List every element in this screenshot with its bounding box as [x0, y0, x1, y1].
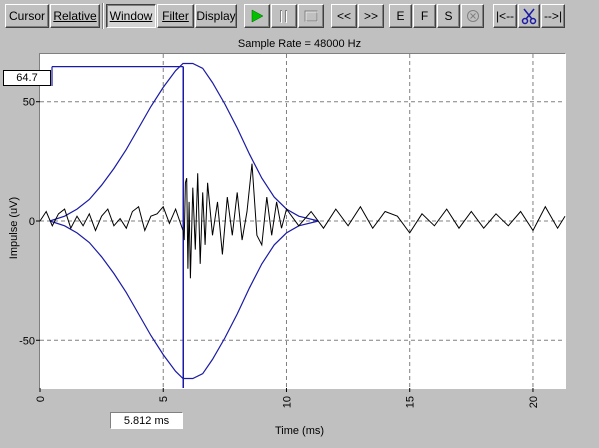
cursor-value-label: 64.7 [3, 70, 51, 86]
x-tick-label: 5 [158, 396, 170, 402]
y-axis-label: Impulse (uV) [8, 196, 20, 260]
x-axis-label: Time (ms) [274, 425, 325, 437]
x-tick-label: 10 [281, 396, 293, 408]
y-tick-label: -50 [19, 335, 35, 347]
y-tick-label: 50 [23, 97, 35, 109]
y-tick-label: 0 [29, 216, 35, 228]
impulse-chart: 0 5 10 15 20 50 0 -50 [19, 54, 566, 408]
window-envelope-lower [49, 220, 319, 380]
window-envelope-upper [49, 62, 319, 222]
x-tick-label: 20 [528, 396, 540, 408]
x-tick-label: 0 [35, 396, 47, 402]
x-tick-label: 15 [405, 396, 417, 408]
